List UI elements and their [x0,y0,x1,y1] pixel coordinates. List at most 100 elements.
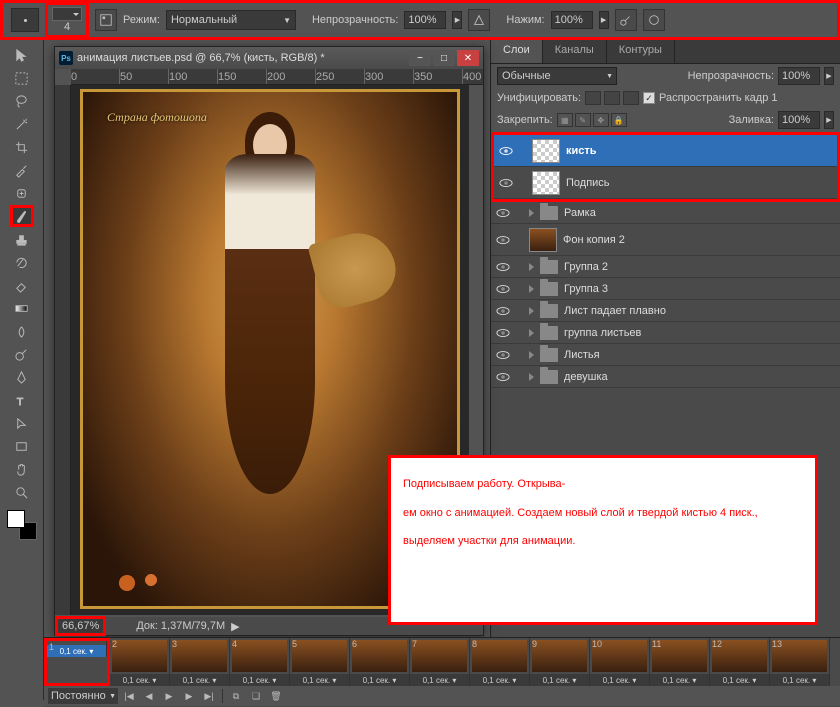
layer-row[interactable]: кисть [494,135,837,167]
tool-zoom[interactable] [10,481,34,503]
tool-type[interactable]: T [10,389,34,411]
tool-pen[interactable] [10,366,34,388]
lock-pixels-icon[interactable]: ✎ [575,113,591,127]
tool-path-select[interactable] [10,412,34,434]
brush-preview[interactable] [11,8,39,32]
layer-row[interactable]: Фон копия 2 [491,224,840,256]
layer-row[interactable]: Группа 3 [491,278,840,300]
visibility-icon[interactable] [495,325,511,341]
tool-move[interactable] [10,44,34,66]
layer-row[interactable]: Подпись [494,167,837,199]
layer-row[interactable]: Группа 2 [491,256,840,278]
layer-row[interactable]: Рамка [491,202,840,224]
animation-frame[interactable]: 80,1 сек. ▾ [470,638,530,686]
tween-icon[interactable]: ⧉ [227,688,245,704]
animation-frame[interactable]: 50,1 сек. ▾ [290,638,350,686]
tool-stamp[interactable] [10,228,34,250]
visibility-icon[interactable] [495,347,511,363]
visibility-icon[interactable] [495,369,511,385]
pressure-opacity-icon[interactable] [468,9,490,31]
fg-color[interactable] [7,510,25,528]
pressure-size-icon[interactable] [643,9,665,31]
play-icon[interactable]: ▶ [160,688,178,704]
layer-row[interactable]: Листья [491,344,840,366]
expand-icon[interactable] [529,209,534,217]
tool-brush[interactable] [10,205,34,227]
tab-layers[interactable]: Слои [491,40,543,63]
color-swatch[interactable] [7,510,37,540]
window-minimize[interactable]: − [409,50,431,66]
opacity-popup-arrow[interactable]: ▶ [452,11,462,29]
visibility-icon[interactable] [498,143,514,159]
lock-transparency-icon[interactable]: ▦ [557,113,573,127]
frame-delay[interactable]: 0,1 сек. ▾ [110,674,169,686]
prev-frame-icon[interactable]: ◀ [140,688,158,704]
animation-frame[interactable]: 120,1 сек. ▾ [710,638,770,686]
visibility-icon[interactable] [498,175,514,191]
tab-paths[interactable]: Контуры [607,40,675,63]
frame-delay[interactable]: 0,1 сек. ▾ [530,674,589,686]
loop-dropdown[interactable]: Постоянно [48,688,118,704]
layer-opacity-input[interactable]: 100% [778,67,820,85]
animation-frame[interactable]: 100,1 сек. ▾ [590,638,650,686]
visibility-icon[interactable] [495,205,511,221]
tool-gradient[interactable] [10,297,34,319]
tool-history-brush[interactable] [10,251,34,273]
delete-frame-icon[interactable]: 🗑 [267,688,285,704]
frame-delay[interactable]: 0,1 сек. ▾ [230,674,289,686]
tool-wand[interactable] [10,113,34,135]
animation-frame[interactable]: 90,1 сек. ▾ [530,638,590,686]
tool-hand[interactable] [10,458,34,480]
tab-channels[interactable]: Каналы [543,40,607,63]
expand-icon[interactable] [529,285,534,293]
frame-delay[interactable]: 0,1 сек. ▾ [770,674,829,686]
fill-arrow[interactable]: ▶ [824,111,834,129]
fill-input[interactable]: 100% [778,111,820,129]
blend-mode-dropdown[interactable]: Нормальный [166,10,296,30]
opacity-input[interactable]: 100% [404,11,446,29]
animation-frame[interactable]: 30,1 сек. ▾ [170,638,230,686]
flow-popup-arrow[interactable]: ▶ [599,11,609,29]
visibility-icon[interactable] [495,303,511,319]
expand-icon[interactable] [529,329,534,337]
layer-blend-dropdown[interactable]: Обычные [497,67,617,85]
tool-dodge[interactable] [10,343,34,365]
window-close[interactable]: ✕ [457,50,479,66]
animation-frame[interactable]: 60,1 сек. ▾ [350,638,410,686]
window-maximize[interactable]: □ [433,50,455,66]
tool-lasso[interactable] [10,90,34,112]
tool-eyedropper[interactable] [10,159,34,181]
first-frame-icon[interactable]: |◀ [120,688,138,704]
frame-delay[interactable]: 0,1 сек. ▾ [650,674,709,686]
expand-icon[interactable] [529,263,534,271]
lock-position-icon[interactable]: ✥ [593,113,609,127]
new-frame-icon[interactable]: ❏ [247,688,265,704]
flow-input[interactable]: 100% [551,11,593,29]
status-arrow[interactable]: ▶ [231,620,239,633]
tool-crop[interactable] [10,136,34,158]
expand-icon[interactable] [529,307,534,315]
propagate-checkbox[interactable]: ✓ [643,92,655,104]
frame-delay[interactable]: 0,1 сек. ▾ [290,674,349,686]
tool-shape[interactable] [10,435,34,457]
animation-frame[interactable]: 10,1 сек. ▾ [47,641,107,657]
tool-blur[interactable] [10,320,34,342]
frame-delay[interactable]: 0,1 сек. ▾ [710,674,769,686]
frame-delay[interactable]: 0,1 сек. ▾ [470,674,529,686]
layer-opacity-arrow[interactable]: ▶ [824,67,834,85]
frame-delay[interactable]: 0,1 сек. ▾ [410,674,469,686]
next-frame-icon[interactable]: ▶ [180,688,198,704]
frame-delay[interactable]: 0,1 сек. ▾ [350,674,409,686]
unify-position-icon[interactable] [585,91,601,105]
zoom-value[interactable]: 66,67% [55,616,106,636]
frame-delay[interactable]: 0,1 сек. ▾ [590,674,649,686]
lock-all-icon[interactable]: 🔒 [611,113,627,127]
last-frame-icon[interactable]: ▶| [200,688,218,704]
animation-frame[interactable]: 40,1 сек. ▾ [230,638,290,686]
unify-style-icon[interactable] [623,91,639,105]
animation-frame[interactable]: 70,1 сек. ▾ [410,638,470,686]
document-titlebar[interactable]: Ps анимация листьев.psd @ 66,7% (кисть, … [55,47,483,69]
tool-heal[interactable] [10,182,34,204]
frame-delay[interactable]: 0,1 сек. ▾ [170,674,229,686]
animation-frame[interactable]: 110,1 сек. ▾ [650,638,710,686]
